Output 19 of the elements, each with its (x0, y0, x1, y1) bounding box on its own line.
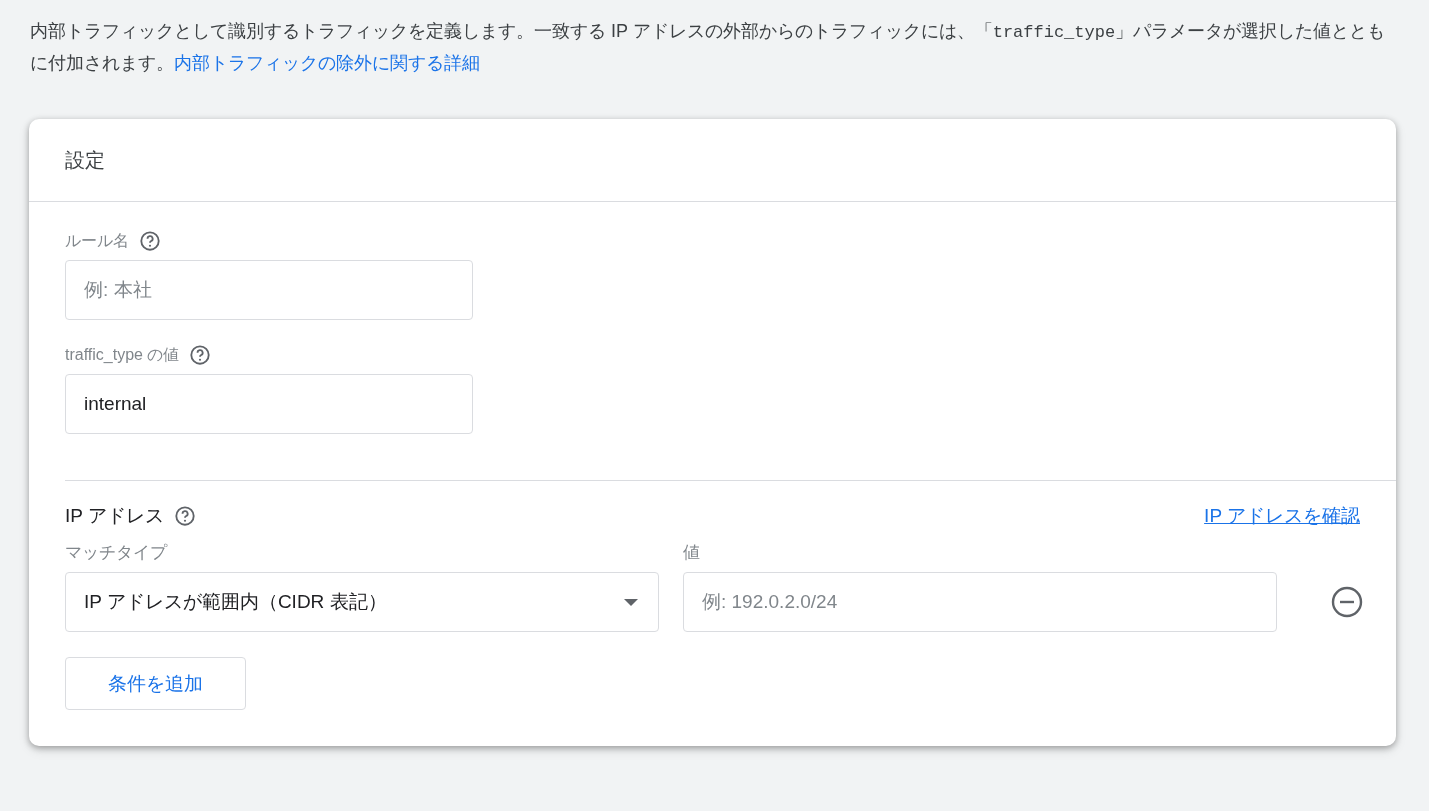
section-title: IP アドレス (65, 504, 164, 528)
match-type-dropdown[interactable]: IP アドレスが範囲内（CIDR 表記） (65, 572, 659, 632)
text-field[interactable]: 例: 本社 (65, 260, 473, 320)
learn-more-link[interactable]: 内部トラフィックの除外に関する詳細 (174, 53, 480, 73)
column-label: マッチタイプ (65, 542, 169, 564)
check-ip-link[interactable]: IP アドレスを確認 (1204, 503, 1360, 529)
help-icon[interactable] (139, 230, 161, 252)
description-text: 内部トラフィックとして識別するトラフィックを定義します。一致する IP アドレスの外部からのトラフィックには、「traffic_type」パラメータが選択した値とともに付加されます。内部トラフィックの除外に関する詳細 (30, 20, 1387, 75)
add-condition-button[interactable]: 条件を追加 (65, 657, 246, 710)
field-label: traffic_type の値 (65, 344, 180, 365)
remove-icon[interactable] (1331, 586, 1363, 618)
value-field[interactable]: 例: 192.0.2.0/24 (683, 572, 1277, 632)
field-label: ルール名 (65, 230, 129, 251)
column-label: 値 (683, 542, 701, 564)
text-field[interactable]: internal (65, 374, 473, 434)
help-icon[interactable] (189, 344, 212, 366)
help-icon[interactable] (173, 505, 196, 527)
card-title: 設定 (65, 147, 105, 173)
caret-icon (624, 598, 638, 606)
